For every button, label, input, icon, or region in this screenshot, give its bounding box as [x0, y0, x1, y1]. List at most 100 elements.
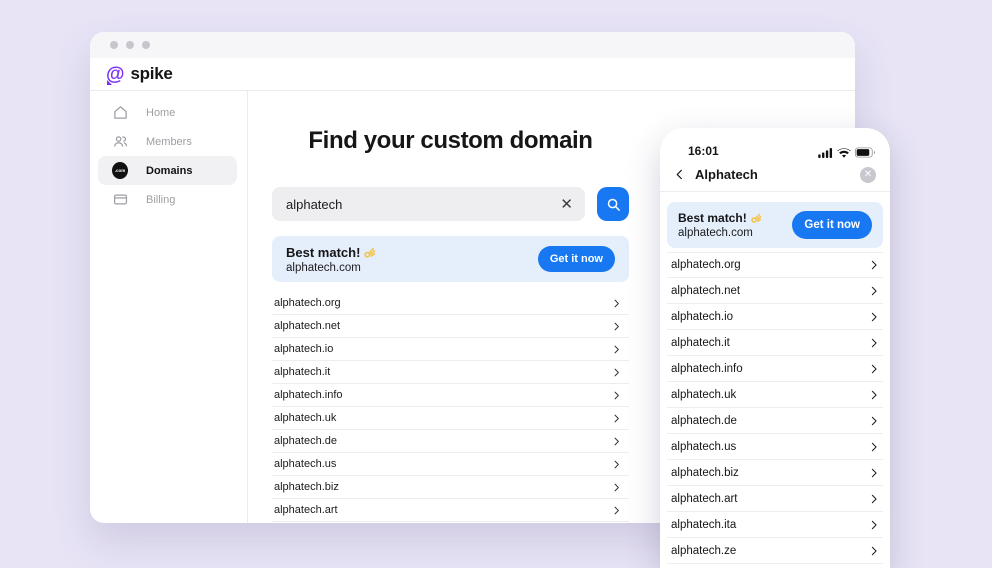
sidebar-item-home[interactable]: Home: [98, 98, 237, 127]
domain-list-item[interactable]: alphatech.info: [667, 356, 883, 382]
chevron-right-icon: [869, 442, 879, 452]
chevron-right-icon: [612, 460, 621, 469]
chevron-right-icon: [869, 338, 879, 348]
domain-list-item[interactable]: alphatech.info: [272, 384, 629, 407]
window-titlebar: [90, 32, 855, 58]
domain-name: alphatech.org: [671, 259, 741, 271]
domain-name: alphatech.biz: [274, 481, 339, 493]
phone-nav-bar: Alphatech ✕: [660, 158, 890, 192]
domain-list-item[interactable]: alphatech.biz: [272, 476, 629, 499]
domain-list-item[interactable]: alphatech.art: [667, 486, 883, 512]
page-title: Find your custom domain: [272, 127, 629, 155]
domain-list-item[interactable]: alphatech.de: [667, 408, 883, 434]
get-it-now-button[interactable]: Get it now: [538, 246, 615, 272]
ok-hand-icon: [363, 246, 376, 259]
search-button[interactable]: [597, 187, 629, 221]
billing-icon: [112, 192, 128, 208]
domain-name: alphatech.uk: [671, 389, 736, 401]
best-match-card: Best match! alphatech.com Get it now: [272, 236, 629, 282]
chevron-right-icon: [612, 437, 621, 446]
domain-list-item[interactable]: alphatech.us: [272, 453, 629, 476]
domain-name: alphatech.org: [274, 297, 341, 309]
domain-list-item[interactable]: alphatech.biz: [667, 460, 883, 486]
domain-list-item[interactable]: alphatech.uk: [272, 407, 629, 430]
chevron-right-icon: [612, 368, 621, 377]
chevron-right-icon: [869, 286, 879, 296]
domain-list-item[interactable]: alphatech.ze: [667, 538, 883, 564]
chevron-right-icon: [869, 494, 879, 504]
domain-list-item[interactable]: alphatech.it: [667, 330, 883, 356]
app-logo-bar: @ spike: [90, 58, 855, 91]
ok-hand-icon: [750, 212, 762, 224]
domain-name: alphatech.net: [274, 320, 340, 332]
battery-icon: [855, 147, 876, 158]
phone-status-bar: 16:01: [660, 128, 890, 158]
domain-name: alphatech.ita: [671, 519, 736, 531]
domain-list-item[interactable]: alphatech.io: [272, 338, 629, 361]
chevron-right-icon: [869, 468, 879, 478]
chevron-right-icon: [612, 414, 621, 423]
get-it-now-button[interactable]: Get it now: [792, 211, 872, 239]
domain-list-item[interactable]: alphatech.it: [272, 361, 629, 384]
sidebar-item-label: Domains: [146, 165, 192, 177]
domain-list-item[interactable]: alphatech.io: [667, 304, 883, 330]
domain-name: alphatech.de: [274, 435, 337, 447]
sidebar-item-members[interactable]: Members: [98, 127, 237, 156]
best-match-domain: alphatech.com: [678, 227, 792, 239]
traffic-light-icon[interactable]: [126, 41, 134, 49]
clear-search-icon[interactable]: ✕: [560, 197, 573, 212]
spike-logo-text: spike: [131, 64, 173, 84]
best-match-title: Best match!: [678, 211, 747, 225]
search-row: alphatech ✕: [272, 187, 629, 221]
domain-list-item[interactable]: alphatech.ita: [667, 512, 883, 538]
status-time: 16:01: [688, 144, 719, 158]
sidebar-item-label: Home: [146, 107, 175, 119]
domain-name: alphatech.biz: [671, 467, 739, 479]
chevron-right-icon: [869, 390, 879, 400]
domain-list-item[interactable]: alphatech.org: [667, 252, 883, 278]
wifi-icon: [837, 148, 851, 158]
domain-list-item[interactable]: alphatech.org: [272, 292, 629, 315]
phone-page-title: Alphatech: [695, 167, 850, 182]
chevron-right-icon: [612, 345, 621, 354]
sidebar-item-billing[interactable]: Billing: [98, 185, 237, 214]
chevron-right-icon: [612, 506, 621, 515]
chevron-left-icon[interactable]: [674, 169, 685, 180]
domain-name: alphatech.io: [274, 343, 333, 355]
domain-list-item[interactable]: alphatech.art: [272, 499, 629, 522]
domain-name: alphatech.art: [671, 493, 738, 505]
chevron-right-icon: [869, 416, 879, 426]
spike-logo-icon: @: [106, 65, 125, 84]
domain-list-item[interactable]: alphatech.net: [272, 315, 629, 338]
chevron-right-icon: [612, 391, 621, 400]
close-icon[interactable]: ✕: [860, 167, 876, 183]
traffic-light-icon[interactable]: [142, 41, 150, 49]
main-content: Find your custom domain alphatech ✕ Best…: [248, 91, 629, 523]
domain-list-item[interactable]: alphatech.de: [272, 430, 629, 453]
sidebar-item-label: Billing: [146, 194, 175, 206]
phone-domain-results-list: alphatech.org alphatech.net alphatech.io…: [667, 252, 883, 564]
domain-list-item[interactable]: alphatech.net: [667, 278, 883, 304]
domain-name: alphatech.it: [274, 366, 330, 378]
domain-name: alphatech.us: [671, 441, 736, 453]
domain-list-item[interactable]: alphatech.us: [667, 434, 883, 460]
domain-name: alphatech.de: [671, 415, 737, 427]
domain-name: alphatech.info: [671, 363, 743, 375]
search-icon: [606, 197, 621, 212]
phone-mockup: 16:01 Alphatech ✕ Best match!: [660, 128, 890, 568]
sidebar-item-label: Members: [146, 136, 192, 148]
phone-best-match-card: Best match! alphatech.com Get it now: [667, 202, 883, 248]
traffic-light-icon[interactable]: [110, 41, 118, 49]
sidebar-item-domains[interactable]: .com Domains: [98, 156, 237, 185]
domain-name: alphatech.uk: [274, 412, 336, 424]
dot-com-icon: .com: [112, 163, 128, 179]
chevron-right-icon: [869, 520, 879, 530]
domain-list-item[interactable]: alphatech.uk: [667, 382, 883, 408]
domain-name: alphatech.ze: [671, 545, 736, 557]
domain-name: alphatech.info: [274, 389, 343, 401]
domain-name: alphatech.it: [671, 337, 730, 349]
chevron-right-icon: [612, 322, 621, 331]
search-input[interactable]: alphatech ✕: [272, 187, 585, 221]
domain-name: alphatech.net: [671, 285, 740, 297]
sidebar: Home Members .com Domains Billing: [90, 91, 248, 523]
